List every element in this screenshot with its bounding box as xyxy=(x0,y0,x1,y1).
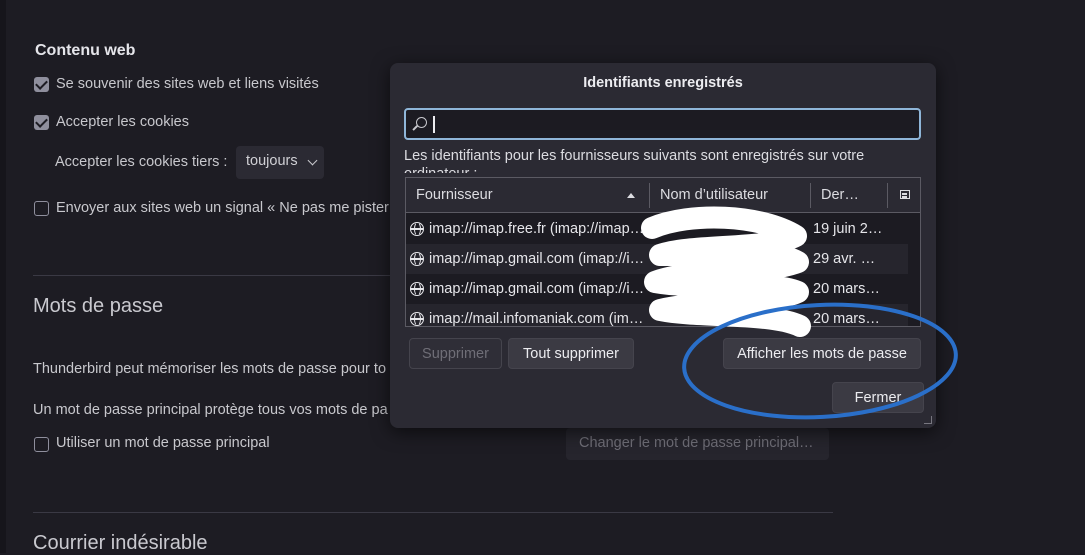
annotation-overlay xyxy=(641,206,958,420)
